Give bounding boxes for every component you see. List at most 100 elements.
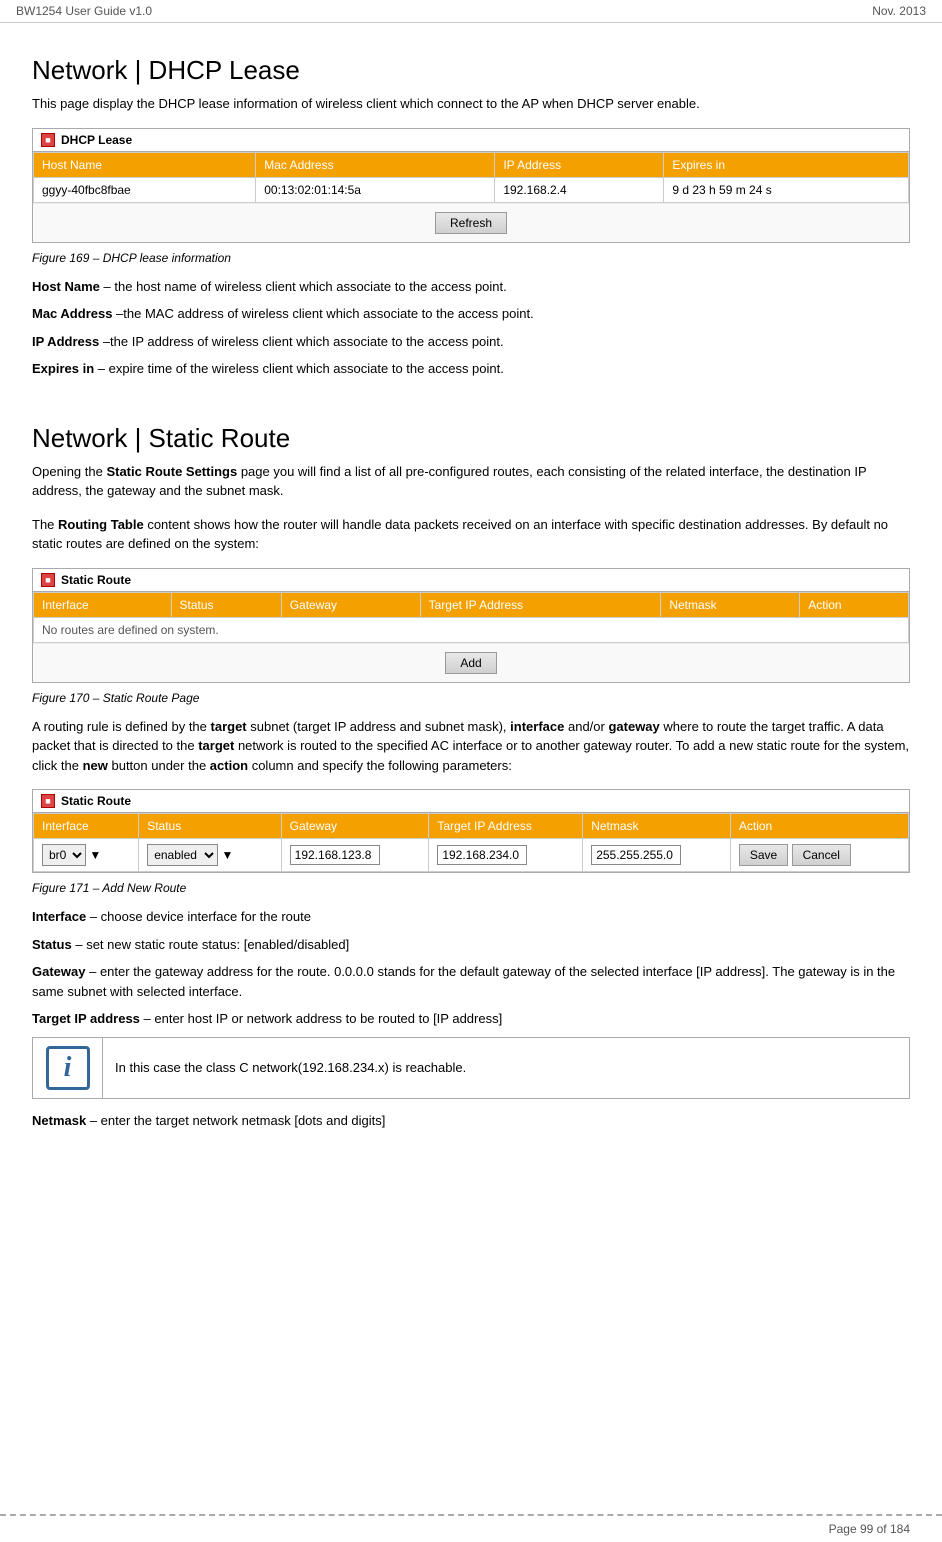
def-mac-term: Mac Address — [32, 306, 112, 321]
def-expires-desc: expire time of the wireless client which… — [109, 361, 504, 376]
cancel-button[interactable]: Cancel — [792, 844, 851, 866]
dhcp-col-hostname: Host Name — [34, 152, 256, 177]
route2-status-cell: enabled disabled ▼ — [139, 839, 281, 872]
interface-select[interactable]: br0 — [42, 844, 86, 866]
def-status-desc: set new static route status: [enabled/di… — [86, 937, 349, 952]
def-ipaddress: IP Address –the IP address of wireless c… — [32, 332, 910, 352]
def-interface-term: Interface — [32, 909, 86, 924]
add-button[interactable]: Add — [445, 652, 496, 674]
new-bold: new — [83, 758, 108, 773]
dhcp-cell-ip: 192.168.2.4 — [495, 177, 664, 202]
route2-col-action: Action — [730, 814, 908, 839]
section2-intro1: Opening the Static Route Settings page y… — [32, 462, 910, 501]
route2-target-cell — [429, 839, 583, 872]
def-ipaddress-term: IP Address — [32, 334, 99, 349]
route1-col-status: Status — [171, 592, 281, 617]
def-hostname-desc: the host name of wireless client which a… — [114, 279, 506, 294]
section1-description: This page display the DHCP lease informa… — [32, 94, 910, 114]
def-interface-desc: choose device interface for the route — [101, 909, 311, 924]
def-gateway: Gateway – enter the gateway address for … — [32, 962, 910, 1001]
def-ipaddress-desc: the IP address of wireless client which … — [110, 334, 504, 349]
dhcp-col-mac: Mac Address — [256, 152, 495, 177]
dhcp-panel-label: DHCP Lease — [61, 133, 132, 147]
static-route-table2: Interface Status Gateway Target IP Addre… — [33, 813, 909, 872]
no-routes-text: No routes are defined on system. — [34, 617, 909, 642]
netmask-input[interactable] — [591, 845, 681, 865]
dhcp-panel-titlebar: ■ DHCP Lease — [33, 129, 909, 152]
def-netmask: Netmask – enter the target network netma… — [32, 1111, 910, 1131]
dhcp-panel-icon: ■ — [41, 133, 55, 147]
def-hostname-term: Host Name — [32, 279, 100, 294]
status-select[interactable]: enabled disabled — [147, 844, 218, 866]
page-info: Page 99 of 184 — [829, 1522, 910, 1536]
def-netmask-term: Netmask — [32, 1113, 86, 1128]
def-ipaddress-sep: – — [99, 334, 110, 349]
header-right: Nov. 2013 — [872, 4, 926, 18]
interface-bold: interface — [510, 719, 564, 734]
def-target-ip-desc: enter host IP or network address to be r… — [154, 1011, 502, 1026]
def-interface: Interface – choose device interface for … — [32, 907, 910, 927]
static-route-panel2-titlebar: ■ Static Route — [33, 790, 909, 813]
action-bold: action — [210, 758, 248, 773]
static-route-panel1-titlebar: ■ Static Route — [33, 569, 909, 592]
status-dropdown-icon: ▼ — [222, 848, 234, 862]
route2-netmask-cell — [583, 839, 731, 872]
gateway-bold: gateway — [608, 719, 659, 734]
route1-col-netmask: Netmask — [661, 592, 800, 617]
def-expires-sep: – — [94, 361, 108, 376]
section1-title: Network | DHCP Lease — [32, 55, 910, 86]
route2-col-target: Target IP Address — [429, 814, 583, 839]
def-hostname: Host Name – the host name of wireless cl… — [32, 277, 910, 297]
route2-col-status: Status — [139, 814, 281, 839]
route2-gateway-cell — [281, 839, 429, 872]
info-note-text: In this case the class C network(192.168… — [103, 1037, 910, 1098]
route2-edit-row: br0 ▼ enabled disabled ▼ — [34, 839, 909, 872]
route2-col-interface: Interface — [34, 814, 139, 839]
dhcp-col-ip: IP Address — [495, 152, 664, 177]
def-target-ip-term: Target IP address — [32, 1011, 140, 1026]
def-hostname-sep: – — [100, 279, 114, 294]
route1-col-target: Target IP Address — [420, 592, 661, 617]
footer: Page 99 of 184 — [0, 1514, 942, 1542]
add-route-button-row: Add — [33, 643, 909, 682]
info-icon-cell: i — [33, 1037, 103, 1098]
route1-col-gateway: Gateway — [281, 592, 420, 617]
def-expires: Expires in – expire time of the wireless… — [32, 359, 910, 379]
dhcp-cell-expires: 9 d 23 h 59 m 24 s — [664, 177, 909, 202]
info-note-table: i In this case the class C network(192.1… — [32, 1037, 910, 1099]
def-mac: Mac Address –the MAC address of wireless… — [32, 304, 910, 324]
target-ip-input[interactable] — [437, 845, 527, 865]
figure169-caption: Figure 169 – DHCP lease information — [32, 251, 910, 265]
gateway-input[interactable] — [290, 845, 380, 865]
def-expires-term: Expires in — [32, 361, 94, 376]
no-routes-row: No routes are defined on system. — [34, 617, 909, 642]
target-bold1: target — [211, 719, 247, 734]
def-status-term: Status — [32, 937, 72, 952]
route2-col-gateway: Gateway — [281, 814, 429, 839]
static-route-panel1-label: Static Route — [61, 573, 131, 587]
static-route-settings-bold: Static Route Settings — [106, 464, 237, 479]
section2-title: Network | Static Route — [32, 423, 910, 454]
refresh-button[interactable]: Refresh — [435, 212, 507, 234]
static-route-panel1-icon: ■ — [41, 573, 55, 587]
def-status: Status – set new static route status: [e… — [32, 935, 910, 955]
routing-table-bold: Routing Table — [58, 517, 144, 532]
dhcp-button-row: Refresh — [33, 203, 909, 242]
static-route-table1: Interface Status Gateway Target IP Addre… — [33, 592, 909, 643]
static-route-panel2-icon: ■ — [41, 794, 55, 808]
route2-col-netmask: Netmask — [583, 814, 731, 839]
def-mac-desc: the MAC address of wireless client which… — [123, 306, 533, 321]
figure171-caption: Figure 171 – Add New Route — [32, 881, 910, 895]
figure170-caption: Figure 170 – Static Route Page — [32, 691, 910, 705]
route1-col-interface: Interface — [34, 592, 172, 617]
route1-col-action: Action — [800, 592, 909, 617]
static-route-panel1: ■ Static Route Interface Status Gateway … — [32, 568, 910, 683]
header: BW1254 User Guide v1.0 Nov. 2013 — [0, 0, 942, 23]
interface-dropdown-icon: ▼ — [89, 848, 101, 862]
info-icon: i — [46, 1046, 90, 1090]
save-button[interactable]: Save — [739, 844, 788, 866]
route2-interface-cell: br0 ▼ — [34, 839, 139, 872]
def-gateway-term: Gateway — [32, 964, 85, 979]
def-gateway-desc: enter the gateway address for the route.… — [32, 964, 895, 999]
target-bold2: target — [198, 738, 234, 753]
